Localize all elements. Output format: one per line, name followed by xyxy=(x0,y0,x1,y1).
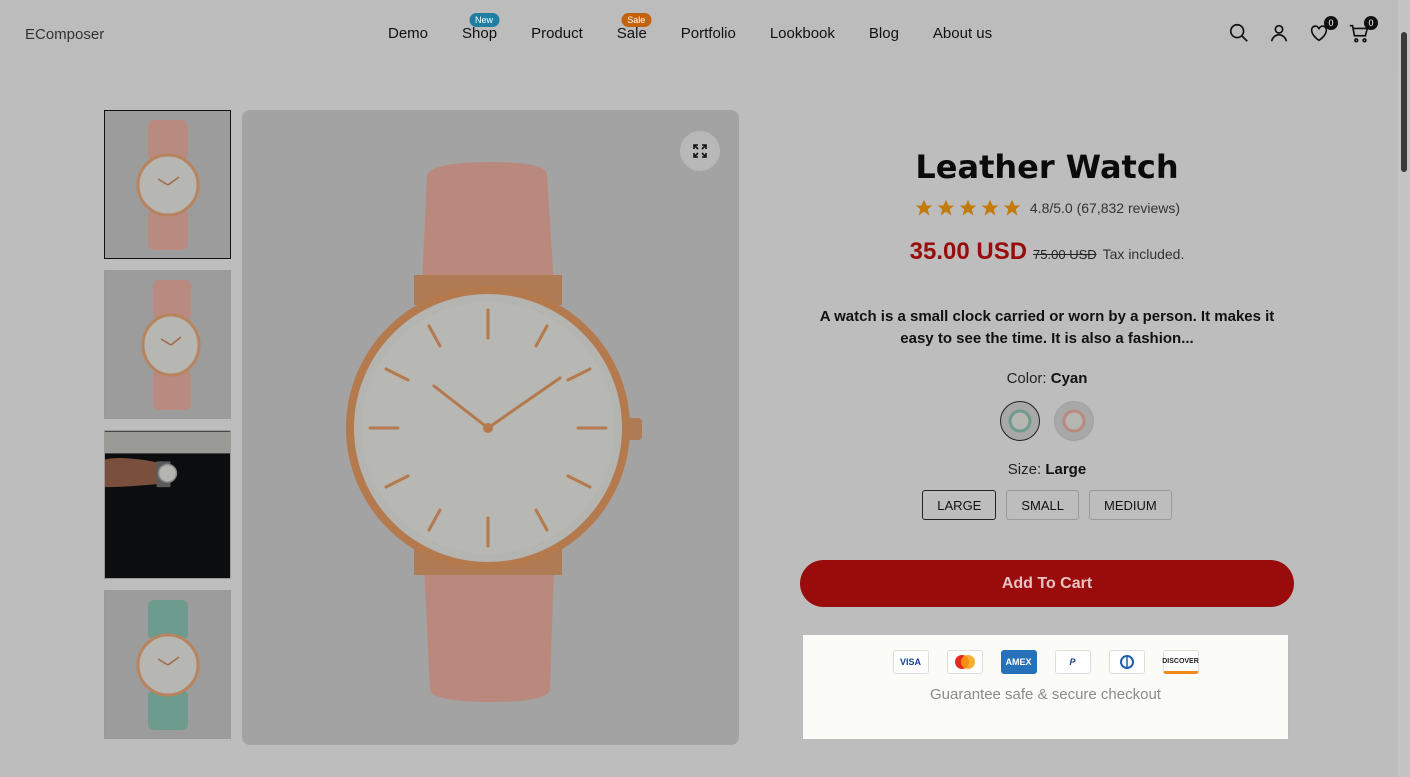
user-icon[interactable] xyxy=(1268,22,1290,44)
watch-image xyxy=(141,279,200,410)
nav-shop[interactable]: Shop New xyxy=(462,13,500,42)
wrist-image xyxy=(105,431,230,487)
nav-lookbook[interactable]: Lookbook xyxy=(770,25,835,42)
expand-icon xyxy=(693,144,707,158)
star-icon xyxy=(959,199,977,216)
cyan-watch-icon xyxy=(1008,409,1032,433)
watch-image xyxy=(346,162,642,702)
nav-blog[interactable]: Blog xyxy=(869,25,899,42)
payment-icons: VISA AMEX P DISCOVER xyxy=(803,650,1288,674)
size-option-label: Size: Large xyxy=(800,461,1294,478)
cart-count: 0 xyxy=(1364,16,1378,30)
secure-checkout-text: Guarantee safe & secure checkout xyxy=(930,686,1161,703)
star-icon xyxy=(915,199,933,216)
price-row: 35.00 USD 75.00 USD Tax included. xyxy=(800,238,1294,266)
site-header: EComposer Demo Shop New Product Sale Sale … xyxy=(0,0,1398,70)
logo[interactable]: EComposer xyxy=(25,26,104,43)
size-small-button[interactable]: SMALL xyxy=(1006,490,1079,520)
nav-product[interactable]: Product xyxy=(531,25,583,42)
nav-label: Product xyxy=(531,25,583,42)
scrollbar-thumb[interactable] xyxy=(1401,32,1407,172)
page-scrollbar[interactable] xyxy=(1398,0,1410,777)
tax-note: Tax included. xyxy=(1102,246,1185,262)
new-badge: New xyxy=(469,13,500,27)
header-actions: 0 0 xyxy=(1228,16,1378,44)
add-to-cart-button[interactable]: Add To Cart xyxy=(800,560,1294,607)
star-icon xyxy=(1003,199,1021,216)
main-product-image[interactable] xyxy=(242,110,739,745)
heart-icon[interactable]: 0 xyxy=(1308,16,1338,44)
nav-label: About us xyxy=(932,25,993,42)
color-swatches xyxy=(800,401,1294,441)
rating-stars xyxy=(914,198,1022,218)
color-value: Cyan xyxy=(1050,370,1088,387)
cart-icon[interactable]: 0 xyxy=(1348,16,1378,44)
color-swatch-pink[interactable] xyxy=(1054,401,1094,441)
sale-badge: Sale xyxy=(621,13,652,27)
product-title: Leather Watch xyxy=(915,148,1179,186)
nav-label: Lookbook xyxy=(769,25,835,42)
nav-label: Blog xyxy=(868,25,899,42)
size-medium-button[interactable]: MEDIUM xyxy=(1089,490,1172,520)
mastercard-icon xyxy=(946,650,983,674)
paypal-icon: P xyxy=(1054,650,1091,674)
rating-text: 4.8/5.0 (67,832 reviews) xyxy=(1029,200,1181,216)
nav-label: Sale xyxy=(616,25,647,42)
nav-demo[interactable]: Demo xyxy=(388,25,428,42)
thumbnail-pink-watch-front[interactable] xyxy=(104,110,231,259)
nav-about[interactable]: About us xyxy=(933,25,992,42)
amex-icon: AMEX xyxy=(1000,650,1037,674)
nav-portfolio[interactable]: Portfolio xyxy=(681,25,736,42)
sale-price: 35.00 USD xyxy=(909,238,1028,265)
nav-label: Portfolio xyxy=(680,25,736,42)
size-large-button[interactable]: LARGE xyxy=(922,490,997,520)
thumbnail-watch-on-wrist[interactable] xyxy=(104,430,231,579)
thumbnail-cyan-watch[interactable] xyxy=(104,590,231,739)
thumbnail-list xyxy=(104,110,232,750)
pink-watch-icon xyxy=(1062,409,1086,433)
search-icon[interactable] xyxy=(1228,22,1250,44)
zoom-button[interactable] xyxy=(680,131,720,171)
size-options: LARGE SMALL MEDIUM xyxy=(800,490,1294,520)
size-label: Size: xyxy=(1007,461,1042,478)
wishlist-count: 0 xyxy=(1324,16,1338,30)
product-rating: 4.8/5.0 (67,832 reviews) xyxy=(800,198,1294,218)
size-value: Large xyxy=(1045,461,1087,478)
secure-checkout-box: VISA AMEX P DISCOVER Guarantee safe & se… xyxy=(802,634,1289,740)
main-nav: Demo Shop New Product Sale Sale Portfolio … xyxy=(388,13,1026,42)
star-icon xyxy=(937,199,955,216)
diners-icon xyxy=(1108,650,1145,674)
original-price: 75.00 USD xyxy=(1033,247,1097,262)
color-label: Color: xyxy=(1006,370,1047,387)
nav-sale[interactable]: Sale Sale xyxy=(616,13,652,42)
star-icon xyxy=(981,199,999,216)
product-info: Leather Watch 4.8/5.0 (67,832 reviews) 3… xyxy=(800,140,1294,607)
color-option-label: Color: Cyan xyxy=(800,370,1294,387)
nav-label: Shop xyxy=(462,25,498,42)
nav-label: Demo xyxy=(388,25,429,42)
watch-image xyxy=(136,599,199,730)
product-description: A watch is a small clock carried or worn… xyxy=(819,308,1275,347)
visa-icon: VISA xyxy=(892,650,929,674)
color-swatch-cyan[interactable] xyxy=(1000,401,1040,441)
discover-icon: DISCOVER xyxy=(1162,650,1199,674)
watch-image xyxy=(136,119,199,250)
thumbnail-pink-watch-side[interactable] xyxy=(104,270,231,419)
